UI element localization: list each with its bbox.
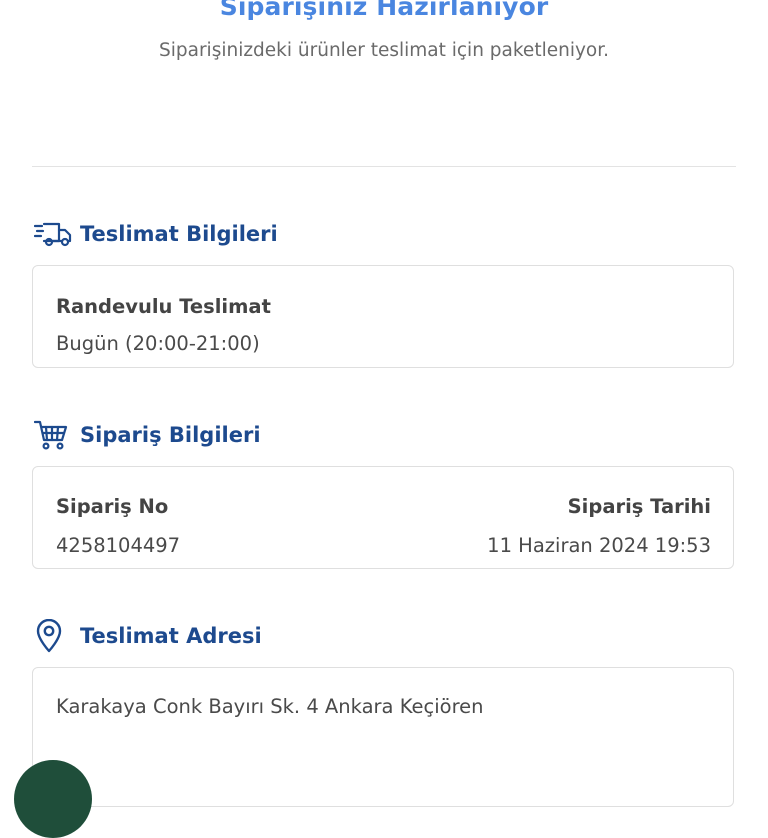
order-info-header: Sipariş Bilgileri: [34, 417, 261, 453]
header-divider: [32, 166, 736, 167]
order-info-title: Sipariş Bilgileri: [80, 423, 261, 447]
order-status-title: Siparişiniz Hazırlanıyor: [219, 0, 549, 21]
delivery-address-header: Teslimat Adresi: [34, 618, 262, 654]
delivery-info-card: Randevulu Teslimat Bugün (20:00-21:00): [32, 265, 734, 368]
delivery-type-label: Randevulu Teslimat: [56, 295, 271, 318]
order-date-label: Sipariş Tarihi: [567, 495, 711, 518]
order-number-value: 4258104497: [56, 534, 181, 557]
delivery-info-title: Teslimat Bilgileri: [80, 222, 278, 246]
order-number-label: Sipariş No: [56, 495, 169, 518]
delivery-time-value: Bugün (20:00-21:00): [56, 332, 260, 355]
delivery-address-card: Karakaya Conk Bayırı Sk. 4 Ankara Keçiör…: [32, 667, 734, 807]
order-status-subtitle: Siparişinizdeki ürünler teslimat için pa…: [158, 40, 610, 61]
order-info-card: Sipariş No 4258104497 Sipariş Tarihi 11 …: [32, 466, 734, 569]
delivery-truck-icon: [34, 217, 72, 251]
delivery-info-header: Teslimat Bilgileri: [34, 216, 278, 252]
floating-action-button[interactable]: [14, 760, 92, 838]
delivery-address-title: Teslimat Adresi: [80, 624, 262, 648]
delivery-address-value: Karakaya Conk Bayırı Sk. 4 Ankara Keçiör…: [56, 695, 484, 718]
location-pin-icon: [34, 619, 72, 653]
order-date-value: 11 Haziran 2024 19:53: [487, 534, 711, 557]
shopping-cart-icon: [34, 418, 72, 452]
